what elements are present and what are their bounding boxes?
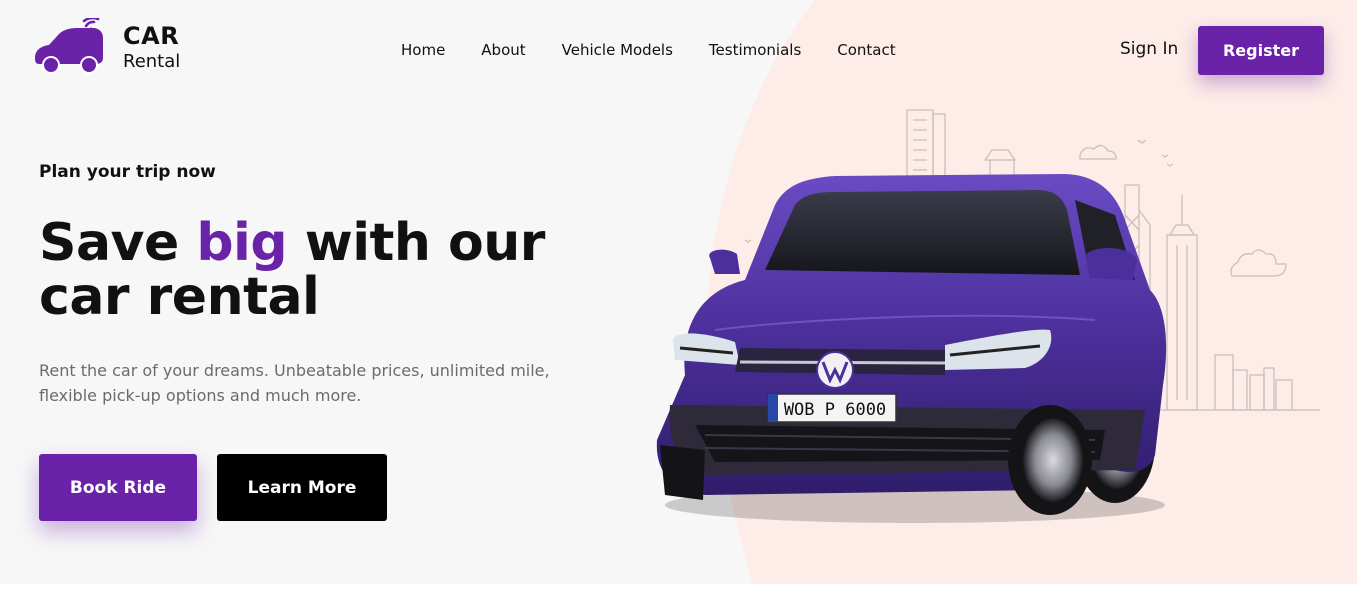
car-wifi-icon bbox=[35, 18, 103, 74]
hero-headline: Save big with our car rental bbox=[39, 216, 599, 324]
sign-in-link[interactable]: Sign In bbox=[1120, 39, 1178, 59]
hero-description: Rent the car of your dreams. Unbeatable … bbox=[39, 361, 550, 405]
nav-link-home[interactable]: Home bbox=[401, 41, 445, 59]
car-image: WOB P 6000 bbox=[656, 174, 1167, 523]
hero-eyebrow: Plan your trip now bbox=[39, 162, 216, 182]
brand-name-primary: CAR bbox=[123, 22, 180, 50]
book-ride-button[interactable]: Book Ride bbox=[39, 454, 197, 521]
nav-link-vehicle-models[interactable]: Vehicle Models bbox=[562, 41, 673, 59]
brand-name-secondary: Rental bbox=[123, 51, 181, 72]
headline-accent: big bbox=[196, 213, 288, 273]
learn-more-button[interactable]: Learn More bbox=[217, 454, 387, 521]
nav-link-testimonials[interactable]: Testimonials bbox=[709, 41, 801, 59]
brand-logo[interactable]: CAR Rental bbox=[33, 18, 203, 76]
headline-part-1: Save bbox=[39, 213, 197, 273]
main-navigation: Home About Vehicle Models Testimonials C… bbox=[401, 41, 932, 59]
nav-link-contact[interactable]: Contact bbox=[837, 41, 895, 59]
nav-link-about[interactable]: About bbox=[481, 41, 525, 59]
license-plate-text: WOB P 6000 bbox=[784, 400, 886, 420]
register-button[interactable]: Register bbox=[1198, 26, 1324, 75]
